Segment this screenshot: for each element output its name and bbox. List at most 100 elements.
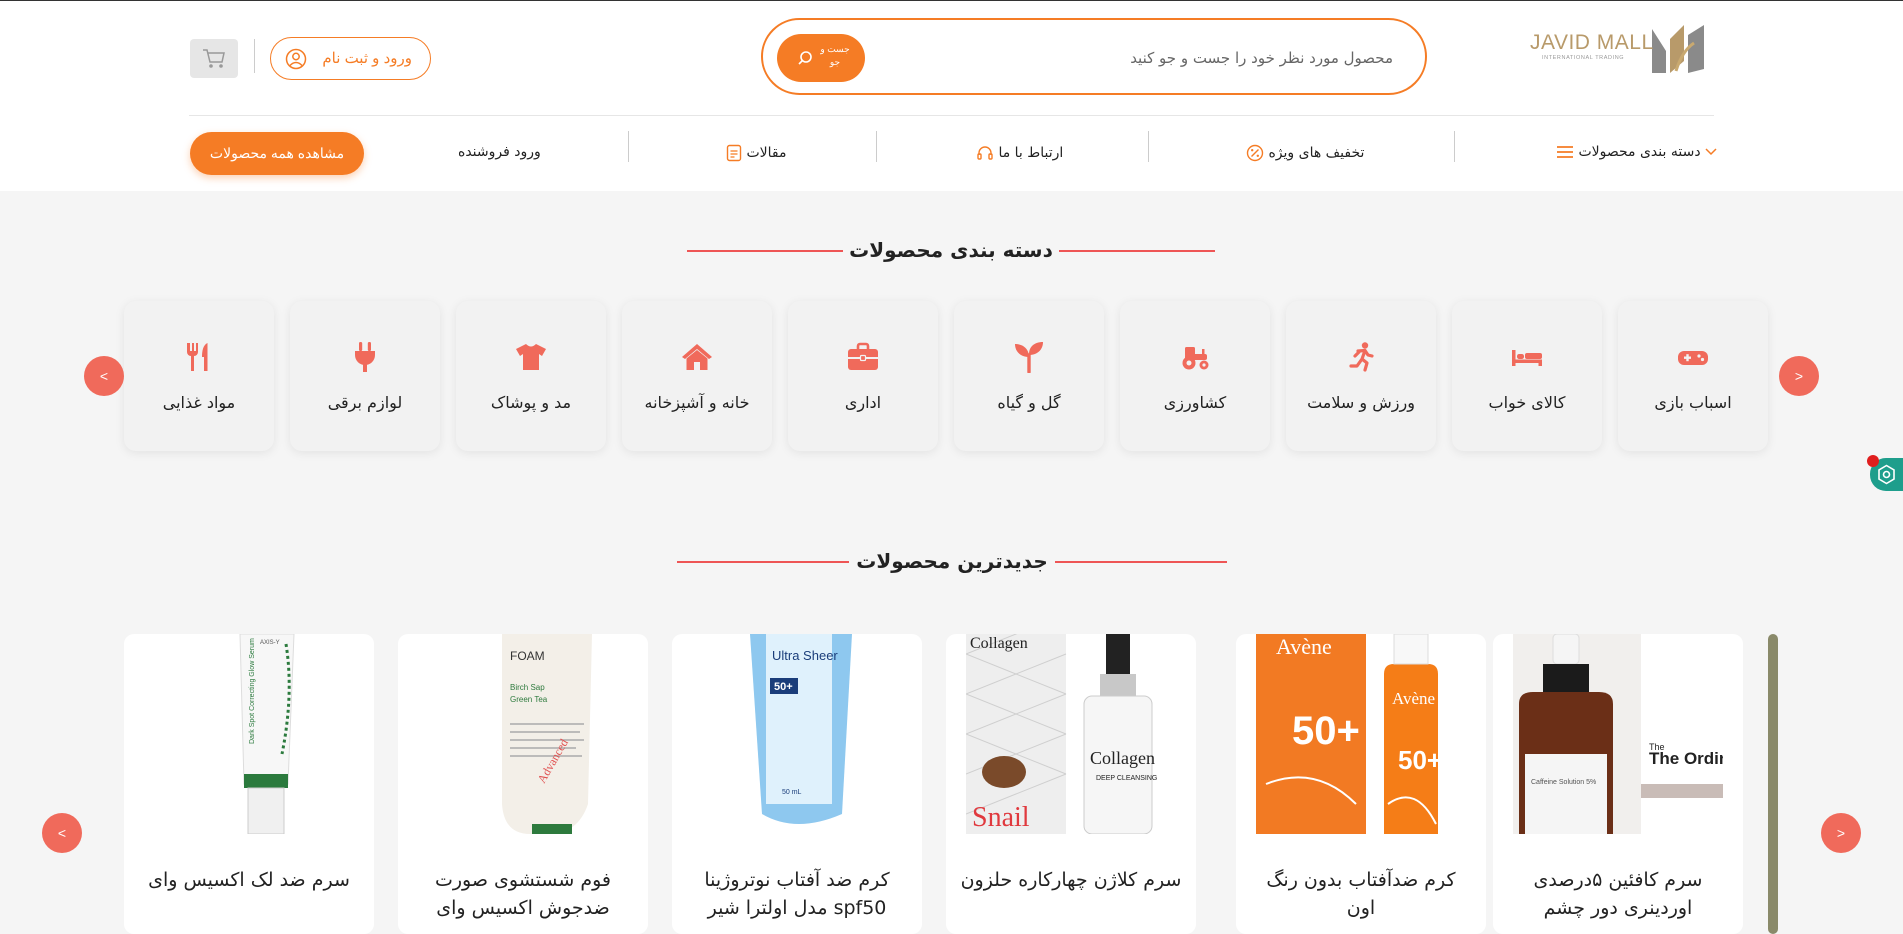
category-card[interactable]: اسباب بازی bbox=[1618, 301, 1768, 451]
products-prev-button[interactable]: < bbox=[42, 813, 82, 853]
nav-seller-login-label: ورود فروشنده bbox=[458, 144, 541, 160]
category-card[interactable]: اداری bbox=[788, 301, 938, 451]
product-image-text: FOAM bbox=[510, 649, 545, 663]
nav-contact-label: ارتباط با ما bbox=[998, 145, 1064, 161]
briefcase-icon bbox=[848, 342, 878, 370]
svg-text:50+: 50+ bbox=[1292, 709, 1360, 753]
search-icon bbox=[798, 51, 812, 65]
products-next-button[interactable]: > bbox=[1821, 813, 1861, 853]
svg-text:Collagen: Collagen bbox=[1090, 748, 1155, 768]
product-image: FOAM Birch Sap Green Tea Advanced bbox=[418, 634, 628, 834]
categories-prev-button[interactable]: < bbox=[84, 356, 124, 396]
login-register-label: ورود و ثبت نام bbox=[322, 50, 412, 67]
svg-text:Dark Spot Correcting Glow Seru: Dark Spot Correcting Glow Serum bbox=[249, 638, 256, 744]
category-label: کشاورزی bbox=[1163, 393, 1227, 412]
cart-button[interactable] bbox=[190, 39, 238, 78]
product-image-text: Ultra Sheer bbox=[772, 648, 838, 663]
category-label: ورزش و سلامت bbox=[1307, 393, 1415, 412]
document-icon bbox=[726, 144, 742, 162]
login-register-button[interactable]: ورود و ثبت نام bbox=[270, 37, 431, 80]
category-card[interactable]: کالای خواب bbox=[1452, 301, 1602, 451]
category-card[interactable]: ورزش و سلامت bbox=[1286, 301, 1436, 451]
nav-categories[interactable]: دسته بندی محصولات bbox=[1552, 144, 1719, 160]
nav-separator bbox=[876, 131, 877, 162]
running-icon bbox=[1349, 342, 1374, 372]
product-image: Caffeine Solution 5% The The Ordinary. bbox=[1513, 634, 1723, 834]
categories-next-button[interactable]: > bbox=[1779, 356, 1819, 396]
nav-articles[interactable]: مقالات bbox=[722, 144, 786, 162]
product-card[interactable]: Avène 50+ Avène 50+ کرم ضدآفتاب بدون رنگ… bbox=[1236, 634, 1486, 934]
logo-mark-icon bbox=[1652, 25, 1704, 73]
svg-text:Caffeine Solution 5%: Caffeine Solution 5% bbox=[1531, 779, 1596, 786]
search-input[interactable] bbox=[871, 40, 1395, 76]
search-box: جست و جو bbox=[761, 18, 1427, 95]
product-card[interactable]: Caffeine Solution 5% The The Ordinary. س… bbox=[1493, 634, 1743, 934]
nav-seller-login[interactable]: ورود فروشنده bbox=[458, 144, 541, 160]
product-image-text: Collagen bbox=[970, 635, 1028, 652]
title-line-left bbox=[677, 561, 849, 563]
seedling-icon bbox=[1015, 342, 1043, 373]
user-icon bbox=[285, 48, 307, 70]
category-card[interactable]: گل و گیاه bbox=[954, 301, 1104, 451]
category-label: کالای خواب bbox=[1488, 393, 1566, 412]
tshirt-icon bbox=[516, 344, 546, 370]
category-label: مواد غذایی bbox=[162, 393, 236, 412]
product-name: سرم ضد لک اکسیس وای bbox=[148, 869, 350, 891]
category-label: گل و گیاه bbox=[997, 393, 1061, 412]
categories-section-title: دسته بندی محصولات bbox=[849, 238, 1053, 262]
product-card[interactable]: Collagen Snail Collagen DEEP CLEANSING س… bbox=[946, 634, 1196, 934]
product-card[interactable]: AXIS-Y Dark Spot Correcting Glow Serum س… bbox=[124, 634, 374, 934]
nav-separator bbox=[1148, 131, 1149, 162]
title-line-right bbox=[1055, 561, 1227, 563]
product-image-text: Avène bbox=[1276, 634, 1332, 659]
header-divider-line bbox=[189, 115, 1714, 116]
products-section-title: جدیدترین محصولات bbox=[856, 549, 1048, 573]
product-card[interactable]: Ultra Sheer 50+ 50 mL کرم ضد آفتاب نوترو… bbox=[672, 634, 922, 934]
header-divider bbox=[254, 39, 255, 73]
title-line-left bbox=[687, 250, 843, 252]
cart-icon bbox=[203, 49, 225, 68]
product-card-partial[interactable] bbox=[1768, 634, 1778, 934]
logo-tagline: INTERNATIONAL TRADING bbox=[1542, 55, 1625, 61]
category-label: اداری bbox=[844, 393, 882, 412]
product-image-text: AXIS-Y bbox=[260, 640, 280, 646]
notification-dot bbox=[1867, 455, 1879, 467]
product-image: Collagen Snail Collagen DEEP CLEANSING bbox=[966, 634, 1176, 834]
product-image: Avène 50+ Avène 50+ bbox=[1256, 634, 1466, 834]
product-image: AXIS-Y Dark Spot Correcting Glow Serum bbox=[144, 634, 354, 834]
product-name: سرم کلاژن چهارکاره حلزون bbox=[960, 869, 1182, 891]
logo[interactable]: JAVID MALL INTERNATIONAL TRADING bbox=[1528, 19, 1708, 79]
gamepad-icon bbox=[1678, 351, 1708, 365]
menu-icon bbox=[1557, 146, 1573, 158]
nav-contact[interactable]: ارتباط با ما bbox=[972, 144, 1063, 162]
svg-text:Birch Sap: Birch Sap bbox=[510, 683, 545, 692]
svg-text:50 mL: 50 mL bbox=[782, 789, 802, 796]
headset-icon bbox=[977, 146, 993, 160]
bed-icon bbox=[1512, 350, 1542, 366]
category-card[interactable]: کشاورزی bbox=[1120, 301, 1270, 451]
svg-text:50+: 50+ bbox=[774, 681, 793, 693]
view-all-products-button[interactable]: مشاهده همه محصولات bbox=[190, 132, 364, 175]
utensils-icon bbox=[187, 343, 208, 371]
nav-separator bbox=[628, 131, 629, 162]
search-button-label: جست و جو bbox=[820, 44, 850, 67]
logo-name: JAVID MALL bbox=[1530, 31, 1654, 54]
product-name: کرم ضد آفتاب نوتروژینا spf50 مدل اولترا … bbox=[704, 869, 890, 919]
search-button[interactable]: جست و جو bbox=[777, 34, 865, 82]
nav-discounts[interactable]: تخفیف های ویژه bbox=[1242, 144, 1364, 162]
category-card[interactable]: مواد غذایی bbox=[124, 301, 274, 451]
category-card[interactable]: مد و پوشاک bbox=[456, 301, 606, 451]
category-card[interactable]: لوازم برقی bbox=[290, 301, 440, 451]
svg-text:Green Tea: Green Tea bbox=[510, 695, 548, 704]
product-image-text: The Ordinary. bbox=[1649, 749, 1723, 768]
category-card[interactable]: خانه و آشپزخانه bbox=[622, 301, 772, 451]
plug-icon bbox=[355, 342, 375, 372]
product-card[interactable]: FOAM Birch Sap Green Tea Advanced فوم شس… bbox=[398, 634, 648, 934]
title-line-right bbox=[1059, 250, 1215, 252]
chevron-down-icon bbox=[1705, 148, 1717, 156]
category-label: خانه و آشپزخانه bbox=[644, 393, 750, 412]
discount-icon bbox=[1246, 144, 1264, 162]
svg-text:Avène: Avène bbox=[1392, 689, 1435, 708]
nav-categories-label: دسته بندی محصولات bbox=[1578, 144, 1701, 160]
svg-text:50+: 50+ bbox=[1398, 745, 1442, 775]
